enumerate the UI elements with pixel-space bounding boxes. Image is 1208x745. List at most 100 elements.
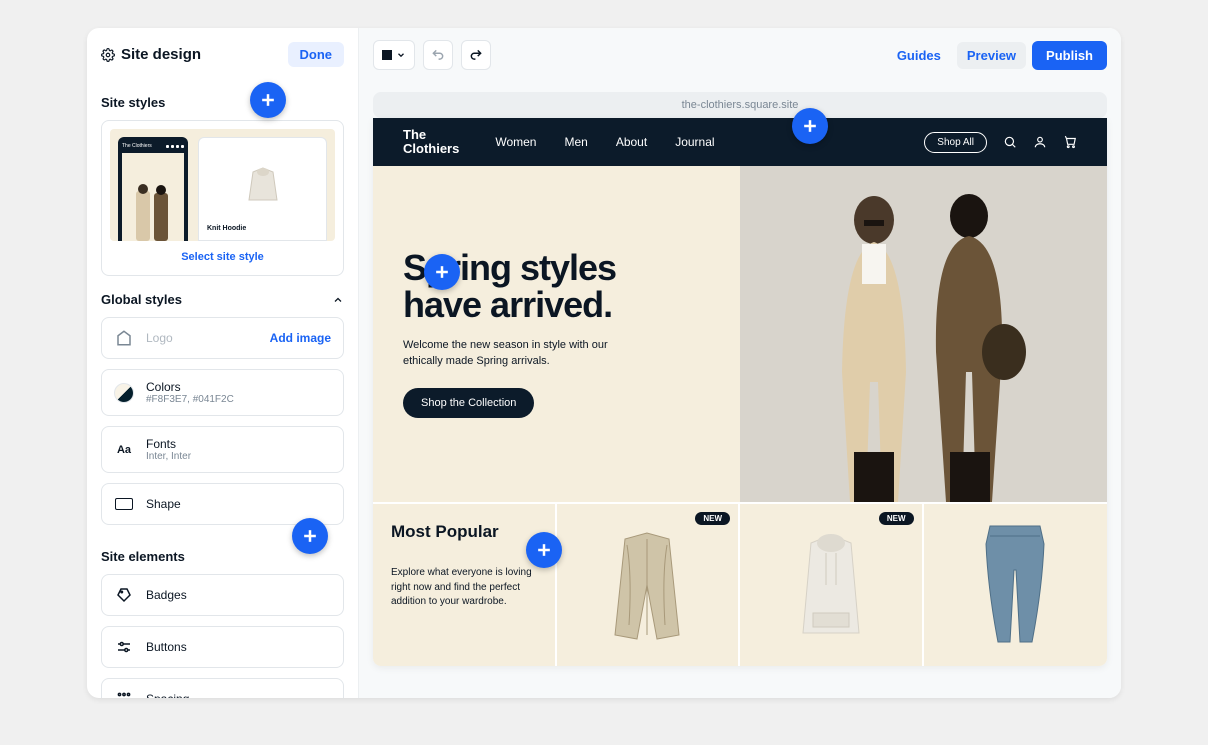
global-styles-label: Global styles — [101, 292, 182, 307]
publish-button[interactable]: Publish — [1032, 41, 1107, 70]
badge-icon — [114, 585, 134, 605]
site-brand[interactable]: The Clothiers — [403, 128, 459, 157]
buttons-card[interactable]: Buttons — [101, 626, 344, 668]
nav-women[interactable]: Women — [495, 135, 536, 149]
spacing-card[interactable]: Spacing — [101, 678, 344, 698]
hoodie-illustration-mini — [239, 164, 287, 204]
colors-label: Colors — [146, 380, 234, 394]
tablet-preview: Knit Hoodie — [198, 137, 327, 241]
jeans-illustration — [970, 520, 1060, 650]
badges-label: Badges — [146, 588, 187, 602]
popular-title: Most Popular — [391, 522, 537, 542]
plus-icon — [300, 526, 320, 546]
jacket-illustration — [597, 525, 697, 645]
popular-section: Most Popular Explore what everyone is lo… — [373, 504, 1107, 666]
shape-icon — [115, 498, 133, 510]
sliders-icon — [114, 637, 134, 657]
section-site-styles: Site styles — [101, 95, 344, 110]
nav-journal[interactable]: Journal — [675, 135, 714, 149]
product-cell-3[interactable] — [924, 504, 1108, 666]
chevron-up-icon — [332, 294, 344, 306]
gear-icon — [101, 48, 115, 62]
shop-collection-button[interactable]: Shop the Collection — [403, 388, 534, 418]
product-cell-1[interactable]: NEW — [557, 504, 741, 666]
nav-about[interactable]: About — [616, 135, 647, 149]
shape-label: Shape — [146, 497, 181, 511]
redo-icon — [469, 48, 483, 62]
plus-icon — [800, 116, 820, 136]
add-bubble-popular[interactable] — [526, 532, 562, 568]
color-swatch-icon — [114, 383, 134, 403]
popular-subtitle: Explore what everyone is loving right no… — [391, 566, 537, 610]
viewport-icon — [382, 50, 392, 60]
style-preview: The Clothiers — [110, 129, 335, 241]
hero-text: Spring styles have arrived. Welcome the … — [373, 166, 740, 502]
site-elements-label: Site elements — [101, 549, 185, 564]
new-badge: NEW — [879, 512, 914, 525]
cart-icon[interactable] — [1063, 135, 1077, 149]
chevron-down-icon — [396, 50, 406, 60]
plus-icon — [432, 262, 452, 282]
colors-value: #F8F3E7, #041F2C — [146, 394, 234, 405]
nav-men[interactable]: Men — [564, 135, 587, 149]
popular-text-cell: Most Popular Explore what everyone is lo… — [373, 504, 557, 666]
preview-button[interactable]: Preview — [957, 42, 1026, 69]
section-global-styles[interactable]: Global styles — [101, 292, 344, 307]
fonts-card[interactable]: Aa Fonts Inter, Inter — [101, 426, 344, 473]
add-bubble-header[interactable] — [792, 108, 828, 144]
site-nav: Women Men About Journal — [495, 135, 714, 149]
add-bubble-site-styles[interactable] — [250, 82, 286, 118]
main-area: Guides Preview Publish the-clothiers.squ… — [359, 28, 1121, 698]
shop-all-button[interactable]: Shop All — [924, 132, 987, 153]
buttons-label: Buttons — [146, 640, 187, 654]
style-card[interactable]: The Clothiers — [101, 120, 344, 276]
fonts-icon: Aa — [117, 444, 131, 456]
brand-line2: Clothiers — [403, 142, 459, 156]
brand-line1: The — [403, 128, 459, 142]
spacing-icon — [114, 689, 134, 698]
canvas: the-clothiers.square.site The Clothiers … — [359, 82, 1121, 698]
hero-subtitle: Welcome the new season in style with our… — [403, 338, 623, 370]
hoodie-illustration — [781, 525, 881, 645]
couple-illustration — [794, 172, 1054, 502]
guides-button[interactable]: Guides — [887, 42, 951, 69]
spacing-label: Spacing — [146, 692, 189, 698]
add-image-link[interactable]: Add image — [270, 331, 331, 345]
select-site-style-link[interactable]: Select site style — [110, 241, 335, 267]
site-styles-label: Site styles — [101, 95, 165, 110]
hero-title-line2: have arrived. — [403, 287, 710, 324]
phone-preview: The Clothiers — [118, 137, 188, 241]
fonts-label: Fonts — [146, 437, 191, 451]
url-text: the-clothiers.square.site — [682, 99, 799, 111]
plus-icon — [258, 90, 278, 110]
site-header: The Clothiers Women Men About Journal Sh… — [373, 118, 1107, 166]
done-button[interactable]: Done — [288, 42, 345, 67]
add-bubble-hero[interactable] — [424, 254, 460, 290]
hero-image — [740, 166, 1107, 502]
plus-icon — [534, 540, 554, 560]
url-bar: the-clothiers.square.site — [373, 92, 1107, 118]
fonts-value: Inter, Inter — [146, 451, 191, 462]
site-design-title: Site design — [121, 46, 201, 63]
logo-placeholder: Logo — [146, 331, 258, 345]
couple-illustration-mini — [128, 181, 178, 241]
badges-card[interactable]: Badges — [101, 574, 344, 616]
product-cell-2[interactable]: NEW — [740, 504, 924, 666]
tablet-product-label: Knit Hoodie — [207, 225, 318, 232]
phone-brand: The Clothiers — [122, 143, 152, 149]
hero-section: Spring styles have arrived. Welcome the … — [373, 166, 1107, 504]
redo-button[interactable] — [461, 40, 491, 70]
user-icon[interactable] — [1033, 135, 1047, 149]
add-bubble-site-elements[interactable] — [292, 518, 328, 554]
colors-card[interactable]: Colors #F8F3E7, #041F2C — [101, 369, 344, 416]
topbar: Guides Preview Publish — [359, 28, 1121, 82]
viewport-selector[interactable] — [373, 40, 415, 70]
sidebar: Site design Done Site styles The Clothie… — [87, 28, 359, 698]
new-badge: NEW — [695, 512, 730, 525]
undo-button[interactable] — [423, 40, 453, 70]
site-preview: The Clothiers Women Men About Journal Sh… — [373, 118, 1107, 666]
logo-card[interactable]: Logo Add image — [101, 317, 344, 359]
page-title: Site design — [101, 46, 201, 63]
image-icon — [114, 328, 134, 348]
search-icon[interactable] — [1003, 135, 1017, 149]
